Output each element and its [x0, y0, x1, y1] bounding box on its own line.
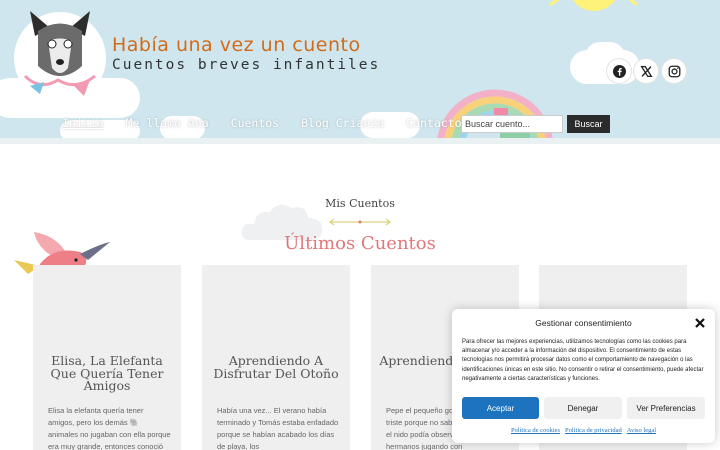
story-card-excerpt: Elisa la elefanta quería tener amigos, p… [48, 406, 171, 450]
cookie-policy-link[interactable]: Política de cookies [511, 427, 560, 434]
close-icon[interactable] [694, 317, 706, 329]
instagram-icon [668, 65, 680, 77]
story-card[interactable]: Elisa, La Elefanta Que Quería Tener Amig… [33, 265, 181, 450]
site-header: Había una vez un cuento Cuentos breves i… [0, 0, 720, 143]
story-card[interactable]: Aprendiendo A Disfrutar Del Otoño Había … [202, 265, 350, 450]
consent-links: Política de cookies Política de privacid… [452, 427, 715, 434]
search-input[interactable] [461, 115, 563, 133]
sun-decoration [549, 0, 638, 11]
story-card-excerpt: Había una vez... El verano había termina… [217, 406, 339, 450]
nav-item-contacto[interactable]: Contacto [406, 116, 461, 130]
site-tagline: Cuentos breves infantiles [112, 57, 381, 73]
section-kicker: Mis Cuentos [325, 197, 395, 210]
search-button[interactable]: Buscar [567, 115, 610, 133]
accept-button[interactable]: Aceptar [462, 397, 539, 419]
view-preferences-button[interactable]: Ver Preferencias [627, 397, 705, 419]
legal-notice-link[interactable]: Aviso legal [627, 427, 656, 434]
privacy-policy-link[interactable]: Política de privacidad [565, 427, 622, 434]
header-divider [0, 138, 720, 144]
consent-title: Gestionar consentimiento [535, 318, 632, 328]
deny-button[interactable]: Denegar [544, 397, 622, 419]
nav-item-blog-crianza[interactable]: Blog Crianza [301, 116, 384, 130]
consent-text: Para ofrecer las mejores experiencias, u… [462, 339, 704, 382]
site-logo-wolf[interactable] [10, 6, 110, 106]
rainbow-decoration [436, 89, 554, 143]
nav-item-me-llamo-ana[interactable]: Me llamo Ana [126, 116, 209, 130]
facebook-icon [612, 64, 626, 78]
site-title[interactable]: Había una vez un cuento [112, 34, 361, 56]
main-nav: Inicio Me llamo Ana Cuentos Blog Crianza… [62, 116, 462, 130]
nav-item-inicio[interactable]: Inicio [62, 116, 104, 130]
divider-ornament [329, 218, 391, 226]
facebook-link[interactable] [607, 59, 631, 83]
cookie-consent-dialog: Gestionar consentimiento Para ofrecer la… [452, 309, 715, 443]
instagram-link[interactable] [662, 59, 686, 83]
nav-item-cuentos[interactable]: Cuentos [231, 116, 279, 130]
x-twitter-icon [639, 65, 653, 77]
story-card-title[interactable]: Elisa, La Elefanta Que Quería Tener Amig… [41, 354, 173, 393]
x-link[interactable] [634, 59, 658, 83]
story-card-title[interactable]: Aprendiendo A Disfrutar Del Otoño [210, 354, 342, 380]
